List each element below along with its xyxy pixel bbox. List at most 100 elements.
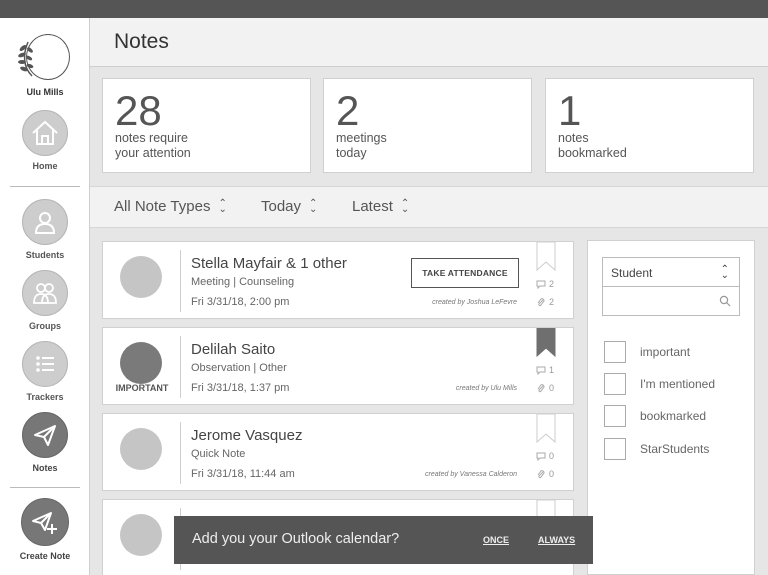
sidebar-item-trackers[interactable]: Trackers <box>0 341 90 402</box>
stat-number: 28 <box>115 87 162 134</box>
stat-description: notes require your attention <box>115 131 191 160</box>
note-creator: created by Vanessa Calderon <box>425 471 517 478</box>
checkbox[interactable] <box>604 405 626 427</box>
outlook-toast: Add you your Outlook calendar? ONCE ALWA… <box>174 516 593 564</box>
note-date: Fri 3/31/18, 11:44 am <box>191 468 295 480</box>
stat-number: 1 <box>558 87 582 134</box>
attachment-count: 2 <box>536 297 554 307</box>
stat-description: meetings today <box>336 131 387 160</box>
paper-plane-icon <box>34 425 56 446</box>
stat-number: 2 <box>336 87 360 134</box>
comment-icon <box>536 452 546 461</box>
note-row[interactable]: IMPORTANT Delilah Saito Observation | Ot… <box>102 327 574 405</box>
search-input[interactable] <box>603 287 715 313</box>
stat-card-meetings[interactable]: 2 meetings today <box>323 78 532 173</box>
sidebar: Ulu Mills Home Students Groups Trackers … <box>0 18 90 575</box>
divider <box>10 487 80 488</box>
paperclip-icon <box>537 383 545 392</box>
checkbox-label: bookmarked <box>640 409 707 423</box>
bookmark-icon[interactable] <box>536 242 556 271</box>
stat-card-attention[interactable]: 28 notes require your attention <box>102 78 311 173</box>
page-title: Notes <box>114 30 169 53</box>
sidebar-item-label: Trackers <box>26 392 64 402</box>
bookmark-icon[interactable] <box>536 414 556 443</box>
checkbox-label: important <box>640 345 691 359</box>
note-title: Stella Mayfair & 1 other <box>191 255 347 272</box>
logo-circle <box>26 34 70 80</box>
list-icon <box>36 356 54 372</box>
divider <box>180 250 181 312</box>
note-date: Fri 3/31/18, 1:37 pm <box>191 382 290 394</box>
sidebar-item-label: Notes <box>32 463 58 473</box>
paperclip-icon <box>537 469 545 478</box>
stat-card-bookmarked[interactable]: 1 notes bookmarked <box>545 78 754 173</box>
checkbox-starstudents[interactable]: StarStudents <box>604 437 709 461</box>
date-filter[interactable]: Today ⌃ ⌄ <box>261 198 317 215</box>
checkbox-mentioned[interactable]: I'm mentioned <box>604 372 715 396</box>
sidebar-item-groups[interactable]: Groups <box>0 270 90 331</box>
top-bar <box>0 0 768 18</box>
note-type: Quick Note <box>191 448 246 460</box>
note-date: Fri 3/31/18, 2:00 pm <box>191 296 290 308</box>
student-search <box>602 287 740 316</box>
stat-description: notes bookmarked <box>558 131 627 160</box>
toast-message: Add you your Outlook calendar? <box>192 531 400 547</box>
comment-icon <box>536 366 546 375</box>
comment-count: 2 <box>536 279 554 289</box>
note-creator: created by Ulu Mills <box>455 385 517 392</box>
bookmark-filled-icon[interactable] <box>536 328 556 357</box>
sidebar-item-label: Groups <box>28 321 61 331</box>
checkbox-label: StarStudents <box>640 442 710 456</box>
create-note-icon <box>32 512 57 534</box>
checkbox[interactable] <box>604 438 626 460</box>
filter-bar: All Note Types ⌃ ⌄ Today ⌃ ⌄ Latest ⌃ ⌄ <box>90 186 768 228</box>
checkbox-important[interactable]: important <box>604 340 690 364</box>
note-title: Jerome Vasquez <box>191 427 303 444</box>
divider <box>180 422 181 484</box>
sidebar-item-students[interactable]: Students <box>0 199 90 260</box>
page-header: Notes <box>90 18 768 67</box>
checkbox-label: I'm mentioned <box>640 377 715 391</box>
sidebar-item-label: Students <box>25 250 65 260</box>
checkbox-bookmarked[interactable]: bookmarked <box>604 404 706 428</box>
note-row[interactable]: Jerome Vasquez Quick Note Fri 3/31/18, 1… <box>102 413 574 491</box>
note-type-filter[interactable]: All Note Types ⌃ ⌄ <box>114 198 227 215</box>
filter-panel: Student ⌃ ⌄ important I'm mentioned bookm… <box>587 240 755 575</box>
sidebar-item-label: Home <box>32 161 58 171</box>
brand-name: Ulu Mills <box>26 87 64 97</box>
once-button[interactable]: ONCE <box>483 535 509 545</box>
comment-icon <box>536 280 546 289</box>
note-type: Meeting | Counseling <box>191 276 295 288</box>
group-icon <box>33 283 57 304</box>
note-title: Delilah Saito <box>191 341 276 358</box>
checkbox[interactable] <box>604 373 626 395</box>
avatar <box>120 256 162 298</box>
avatar <box>120 428 162 470</box>
avatar <box>120 342 162 384</box>
sort-filter[interactable]: Latest ⌃ ⌄ <box>352 198 409 215</box>
checkbox[interactable] <box>604 341 626 363</box>
note-row[interactable]: Stella Mayfair & 1 other Meeting | Couns… <box>102 241 574 319</box>
attachment-count: 0 <box>536 469 554 479</box>
paperclip-icon <box>537 297 545 306</box>
logo <box>18 34 70 82</box>
student-select[interactable]: Student ⌃ ⌄ <box>602 257 740 287</box>
sort-chevron-icon: ⌃ ⌄ <box>218 198 227 216</box>
attachment-count: 0 <box>536 383 554 393</box>
always-button[interactable]: ALWAYS <box>538 535 575 545</box>
sort-chevron-icon: ⌃ ⌄ <box>720 264 729 281</box>
note-type: Observation | Other <box>191 362 287 374</box>
student-icon <box>34 212 56 234</box>
important-badge: IMPORTANT <box>115 383 169 393</box>
note-creator: created by Joshua LeFevre <box>432 299 517 306</box>
comment-count: 1 <box>536 365 554 375</box>
sidebar-item-home[interactable]: Home <box>0 110 90 171</box>
sort-chevron-icon: ⌃ ⌄ <box>400 198 410 216</box>
divider <box>10 186 80 187</box>
search-icon[interactable] <box>719 295 731 307</box>
sort-chevron-icon: ⌃ ⌄ <box>309 198 318 216</box>
sidebar-item-label: Create Note <box>19 551 71 561</box>
take-attendance-button[interactable]: TAKE ATTENDANCE <box>411 258 519 288</box>
create-note-button[interactable]: Create Note <box>0 498 90 561</box>
sidebar-item-notes[interactable]: Notes <box>0 412 90 473</box>
